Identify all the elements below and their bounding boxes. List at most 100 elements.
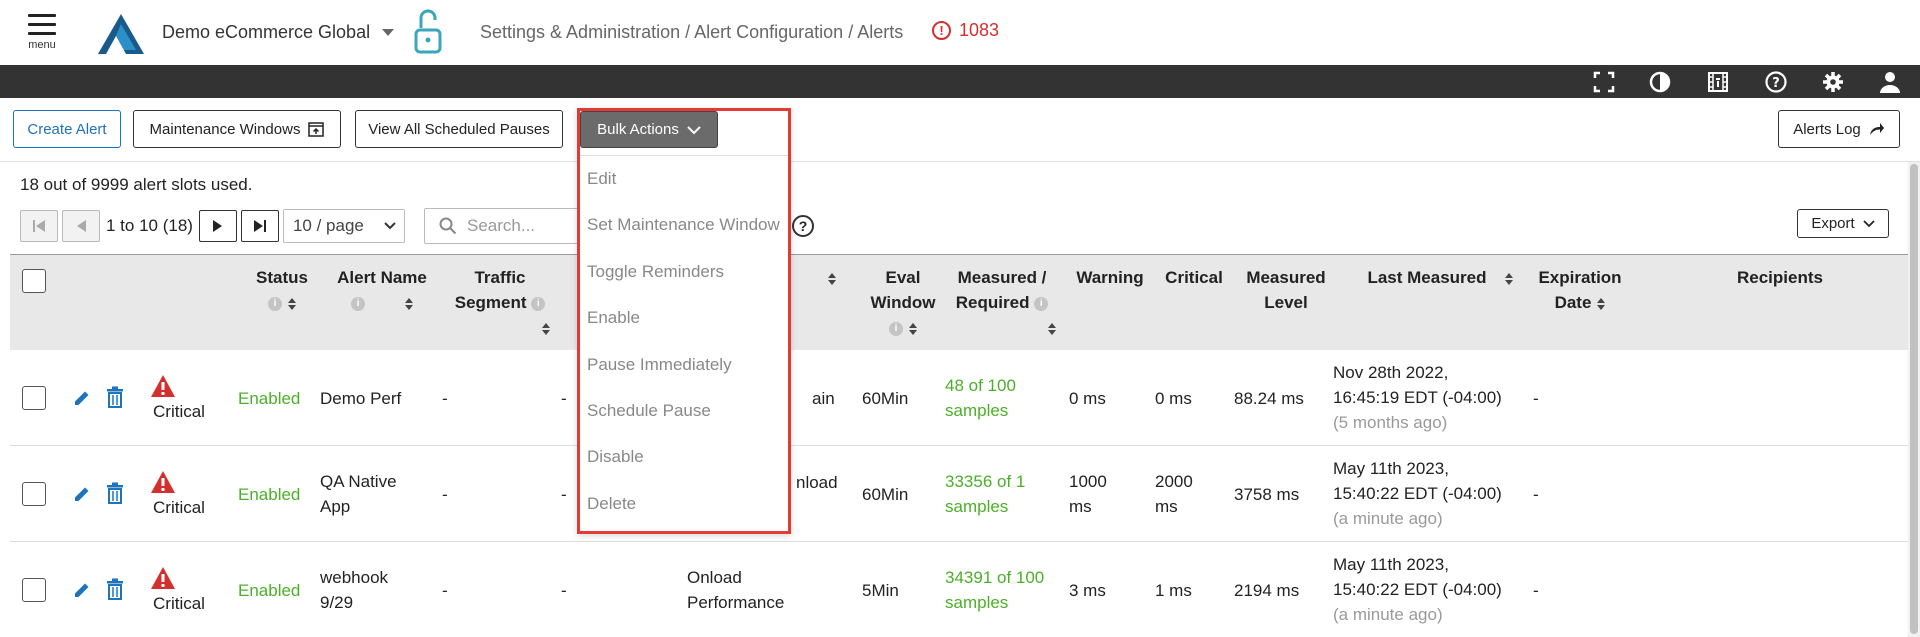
alerts-log-label: Alerts Log xyxy=(1793,120,1861,138)
sort-icon[interactable] xyxy=(1597,297,1606,310)
sort-icon[interactable] xyxy=(542,322,550,335)
search-help-icon[interactable]: ? xyxy=(792,215,814,237)
last-measured-date: Nov 28th 2022, xyxy=(1333,363,1449,382)
alert-name[interactable]: webhook 9/29 xyxy=(320,565,388,615)
help-icon[interactable]: ? xyxy=(1764,70,1788,94)
last-page-button[interactable] xyxy=(240,210,279,242)
menu-item-pause-immediately[interactable]: Pause Immediately xyxy=(580,342,788,388)
metric-name-line: Performance xyxy=(687,593,785,612)
column-traffic-segment[interactable]: Traffic Segment i xyxy=(450,265,550,340)
column-recipients[interactable]: Recipients xyxy=(1700,265,1860,290)
severity-label: Critical xyxy=(153,498,205,517)
menu-item-disable[interactable]: Disable xyxy=(580,434,788,480)
menu-item-enable[interactable]: Enable xyxy=(580,295,788,341)
measured-count: 33356 of 1 xyxy=(945,472,1026,491)
next-page-button[interactable] xyxy=(198,210,237,242)
menu-button[interactable]: menu xyxy=(26,14,58,51)
maintenance-windows-label: Maintenance Windows xyxy=(149,120,301,138)
view-scheduled-pauses-button[interactable]: View All Scheduled Pauses xyxy=(355,110,563,148)
critical-threshold: 0 ms xyxy=(1155,389,1192,408)
first-page-button[interactable] xyxy=(20,210,58,242)
column-status[interactable]: Status i xyxy=(242,265,322,315)
metric-name: ain xyxy=(812,389,835,408)
last-page-icon xyxy=(253,220,266,232)
status-value: Enabled xyxy=(238,485,301,504)
row-checkbox[interactable] xyxy=(22,578,46,602)
alert-name[interactable]: Demo Perf xyxy=(320,386,401,411)
column-warning[interactable]: Warning xyxy=(1068,265,1152,290)
sort-icon[interactable] xyxy=(909,322,917,335)
measured-level: 3758 ms xyxy=(1234,485,1300,504)
alert-count-value: 1083 xyxy=(959,20,1000,40)
measured-level: 88.24 ms xyxy=(1234,389,1304,408)
sort-icon[interactable] xyxy=(828,272,836,285)
edit-pencil-icon[interactable] xyxy=(72,388,92,408)
sort-icon[interactable] xyxy=(1048,322,1056,335)
trash-icon[interactable] xyxy=(106,578,124,600)
maintenance-windows-button[interactable]: Maintenance Windows xyxy=(133,110,341,148)
breadcrumb[interactable]: Settings & Administration / Alert Config… xyxy=(480,22,903,43)
unlock-icon[interactable] xyxy=(412,8,444,56)
column-measured-required[interactable]: Measured / Required i xyxy=(948,265,1056,340)
measured-count: 34391 of 100 xyxy=(945,568,1045,587)
column-value: - xyxy=(561,485,567,504)
info-icon: i xyxy=(531,296,546,311)
alert-name[interactable]: QA Native App xyxy=(320,469,397,519)
trash-icon[interactable] xyxy=(106,386,124,408)
column-alert-name[interactable]: Alert Name i xyxy=(322,265,442,315)
sort-icon[interactable] xyxy=(288,297,296,310)
hamburger-icon-bar xyxy=(28,23,56,26)
edit-pencil-icon[interactable] xyxy=(72,580,92,600)
menu-item-toggle-reminders[interactable]: Toggle Reminders xyxy=(580,249,788,295)
last-measured-relative: (a minute ago) xyxy=(1333,509,1443,528)
sort-icon[interactable] xyxy=(1504,272,1513,285)
user-icon[interactable] xyxy=(1878,70,1902,94)
search-input[interactable]: Search... xyxy=(424,208,584,244)
page-size-select[interactable]: 10 / page xyxy=(282,209,405,243)
sort-icon[interactable] xyxy=(405,297,413,310)
select-all-checkbox[interactable] xyxy=(22,269,46,293)
gear-icon[interactable] xyxy=(1821,70,1845,94)
expiration-date: - xyxy=(1533,485,1539,504)
share-arrow-icon xyxy=(1869,123,1884,135)
video-guide-icon[interactable] xyxy=(1706,70,1730,94)
column-expiration-date[interactable]: Expiration Date xyxy=(1532,265,1628,315)
prev-page-icon xyxy=(77,220,86,232)
metric-name: Onload Performance xyxy=(687,565,784,615)
vertical-scrollbar[interactable] xyxy=(1908,162,1920,637)
column-segment-label: Segment xyxy=(454,293,527,312)
alert-count-badge[interactable]: ! 1083 xyxy=(932,20,999,41)
expiration-date: - xyxy=(1533,389,1539,408)
column-critical[interactable]: Critical xyxy=(1154,265,1234,290)
column-eval-window[interactable]: Eval Window i xyxy=(863,265,943,340)
chevron-down-icon xyxy=(384,222,396,230)
warning-unit: ms xyxy=(1069,497,1092,516)
chevron-down-icon[interactable] xyxy=(382,29,394,36)
last-measured-date: May 11th 2023, xyxy=(1333,555,1449,574)
menu-item-delete[interactable]: Delete xyxy=(580,481,788,527)
row-checkbox[interactable] xyxy=(22,386,46,410)
bulk-actions-button[interactable]: Bulk Actions xyxy=(580,111,718,148)
fullscreen-icon[interactable] xyxy=(1592,70,1616,94)
last-measured: May 11th 2023, 15:40:22 EDT (-04:00) (a … xyxy=(1333,456,1502,531)
trash-icon[interactable] xyxy=(106,482,124,504)
contrast-icon[interactable] xyxy=(1648,70,1672,94)
menu-item-set-maintenance-window[interactable]: Set Maintenance Window xyxy=(580,202,788,248)
export-button[interactable]: Export xyxy=(1797,209,1889,238)
metric-name-line: Onload xyxy=(687,568,742,587)
prev-page-button[interactable] xyxy=(62,210,100,242)
org-selector[interactable]: Demo eCommerce Global xyxy=(162,22,370,43)
edit-pencil-icon[interactable] xyxy=(72,484,92,504)
scrollbar-thumb[interactable] xyxy=(1910,164,1918,634)
column-measured-level[interactable]: Measured Level xyxy=(1236,265,1336,315)
alerts-log-button[interactable]: Alerts Log xyxy=(1778,110,1900,148)
menu-item-edit[interactable]: Edit xyxy=(580,156,788,202)
page-range: 1 to 10 (18) xyxy=(106,216,193,235)
row-checkbox[interactable] xyxy=(22,482,46,506)
create-alert-button[interactable]: Create Alert xyxy=(13,110,121,148)
measured-required: 48 of 100 samples xyxy=(945,373,1016,423)
menu-item-schedule-pause[interactable]: Schedule Pause xyxy=(580,388,788,434)
alert-name-line: App xyxy=(320,497,351,516)
column-level-label: Level xyxy=(1264,293,1308,312)
column-last-measured[interactable]: Last Measured xyxy=(1350,265,1530,290)
